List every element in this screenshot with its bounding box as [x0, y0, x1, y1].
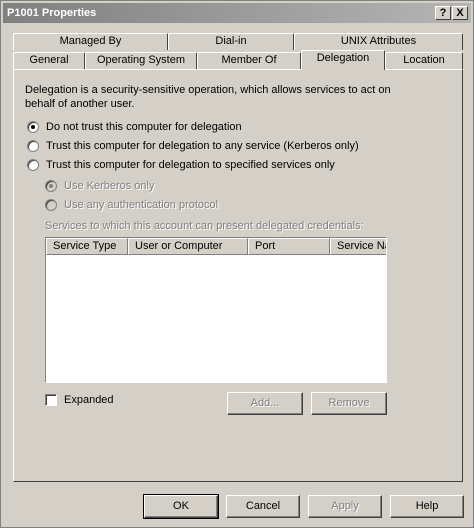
radio-button[interactable]	[27, 121, 39, 133]
radio-do-not-trust[interactable]: Do not trust this computer for delegatio…	[27, 121, 447, 135]
column-header-service-type[interactable]: Service Type	[46, 238, 128, 255]
title-bar: P1001 Properties ? X	[3, 3, 471, 23]
radio-label: Use Kerberos only	[64, 180, 155, 192]
radio-selected-dot	[31, 125, 35, 129]
column-header-port[interactable]: Port	[248, 238, 330, 255]
services-list[interactable]: Service Type User or Computer Port Servi…	[45, 237, 387, 383]
radio-label: Trust this computer for delegation to an…	[46, 140, 359, 152]
radio-label: Use any authentication protocol	[64, 199, 219, 211]
column-header-service-name[interactable]: Service Name	[330, 238, 386, 255]
properties-dialog: P1001 Properties ? X Managed By Dial-in …	[0, 0, 474, 528]
radio-button[interactable]	[45, 199, 57, 211]
radio-selected-dot	[49, 184, 53, 188]
radio-label: Trust this computer for delegation to sp…	[46, 159, 335, 171]
close-icon[interactable]: X	[452, 6, 468, 20]
radio-button[interactable]	[27, 159, 39, 171]
remove-button[interactable]: Remove	[311, 392, 387, 415]
tab-general[interactable]: General	[13, 52, 85, 69]
ok-button[interactable]: OK	[143, 494, 219, 519]
tab-unix-attributes[interactable]: UNIX Attributes	[294, 33, 463, 50]
tab-operating-system[interactable]: Operating System	[85, 52, 197, 69]
apply-button[interactable]: Apply	[308, 495, 382, 518]
radio-trust-specified-services[interactable]: Trust this computer for delegation to sp…	[27, 159, 447, 173]
expanded-checkbox-row[interactable]: Expanded	[45, 394, 165, 408]
tab-delegation[interactable]: Delegation	[301, 50, 385, 70]
radio-label: Do not trust this computer for delegatio…	[46, 121, 242, 133]
tab-member-of[interactable]: Member Of	[197, 52, 301, 69]
tab-managed-by[interactable]: Managed By	[13, 33, 168, 50]
window-title: P1001 Properties	[7, 7, 97, 19]
cancel-button[interactable]: Cancel	[226, 495, 300, 518]
radio-use-kerberos-only[interactable]: Use Kerberos only	[45, 180, 425, 194]
radio-use-any-protocol[interactable]: Use any authentication protocol	[45, 199, 425, 213]
add-button[interactable]: Add...	[227, 392, 303, 415]
radio-button[interactable]	[45, 180, 57, 192]
tab-dial-in[interactable]: Dial-in	[168, 33, 294, 50]
radio-trust-any-service[interactable]: Trust this computer for delegation to an…	[27, 140, 447, 154]
services-label: Services to which this account can prese…	[45, 220, 364, 232]
radio-button[interactable]	[27, 140, 39, 152]
help-icon[interactable]: ?	[435, 6, 451, 20]
help-button[interactable]: Help	[390, 495, 464, 518]
column-header-user-or-computer[interactable]: User or Computer	[128, 238, 248, 255]
tab-location[interactable]: Location	[385, 52, 463, 69]
delegation-description: Delegation is a security-sensitive opera…	[25, 84, 391, 110]
expanded-checkbox[interactable]	[45, 394, 57, 406]
expanded-label: Expanded	[64, 394, 114, 406]
